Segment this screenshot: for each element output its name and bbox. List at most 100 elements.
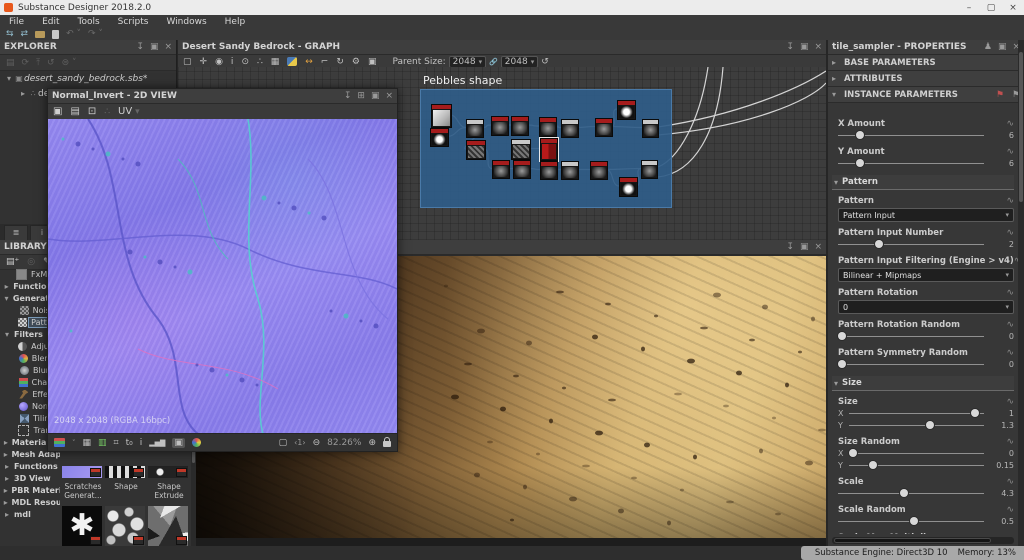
float-icon[interactable]: ▣ bbox=[998, 40, 1007, 54]
slider-knob[interactable] bbox=[926, 421, 934, 429]
graph-node[interactable] bbox=[491, 116, 509, 136]
properties-hscrollbar[interactable] bbox=[832, 537, 1014, 544]
image-icon[interactable]: ▣ bbox=[368, 57, 377, 67]
function-icon[interactable]: ∿ bbox=[1006, 437, 1014, 447]
slider-track[interactable] bbox=[838, 129, 984, 141]
grid-icon[interactable]: ⌗ bbox=[114, 438, 119, 448]
restore-icon[interactable]: ▢ bbox=[980, 3, 1002, 13]
slider-knob[interactable] bbox=[910, 517, 918, 525]
chevron-icon[interactable]: ▸ bbox=[2, 282, 11, 291]
graph-node[interactable] bbox=[617, 100, 636, 120]
chevron-icon[interactable]: ▸ bbox=[2, 498, 10, 507]
function-icon[interactable]: ∿ bbox=[1006, 288, 1014, 298]
save-icon[interactable]: ▤ bbox=[70, 106, 79, 117]
subsection-pattern[interactable]: ▾Pattern bbox=[832, 175, 1014, 190]
reload-icon[interactable]: ↺ bbox=[47, 58, 55, 68]
search-icon[interactable]: ⊙ bbox=[241, 57, 249, 67]
tiling-icon[interactable]: t₀ bbox=[126, 438, 133, 448]
colorspace-icon[interactable] bbox=[192, 438, 201, 447]
section-base-parameters[interactable]: ▸BASE PARAMETERS bbox=[828, 55, 1024, 71]
library-item-pbr-materials[interactable]: ▸PBR Materials bbox=[0, 484, 60, 496]
zoom-out-icon[interactable]: ⊖ bbox=[313, 438, 321, 448]
elbow-icon[interactable]: ⌐ bbox=[321, 57, 329, 67]
add-library-icon[interactable]: ▤⁺ bbox=[6, 257, 19, 267]
chevron-icon[interactable]: ▸ bbox=[2, 438, 10, 447]
chevron-icon[interactable]: ▸ bbox=[2, 510, 12, 519]
slider-knob[interactable] bbox=[869, 461, 877, 469]
slider-knob[interactable] bbox=[838, 360, 846, 368]
minimize-icon[interactable]: – bbox=[958, 3, 980, 13]
rgb-filter-icon[interactable]: ▥ bbox=[98, 438, 107, 448]
transfer-icon[interactable]: ↔ bbox=[305, 57, 313, 67]
function-icon[interactable]: ∿ bbox=[1006, 196, 1014, 206]
rotate-icon[interactable]: ↻ bbox=[336, 57, 344, 67]
image-icon[interactable]: ▣ bbox=[53, 106, 62, 117]
slider-knob[interactable] bbox=[856, 159, 864, 167]
graph-node[interactable] bbox=[513, 160, 531, 179]
link-icon[interactable]: ∴ bbox=[257, 57, 263, 67]
float-icon[interactable]: ▣ bbox=[800, 40, 809, 54]
user-icon[interactable]: ♟ bbox=[984, 40, 992, 54]
info-icon[interactable]: i bbox=[140, 438, 143, 448]
menu-edit[interactable]: Edit bbox=[33, 17, 68, 27]
float-icon[interactable]: ▣ bbox=[150, 40, 159, 54]
graph-node[interactable] bbox=[642, 119, 659, 138]
fit-view-icon[interactable]: ▢ bbox=[279, 438, 288, 448]
slider-knob[interactable] bbox=[875, 240, 883, 248]
slider-knob[interactable] bbox=[900, 489, 908, 497]
graph-node[interactable] bbox=[561, 161, 579, 180]
channels-dropdown-icon[interactable]: ˅ bbox=[72, 439, 76, 447]
slider-track[interactable] bbox=[849, 407, 984, 419]
function-icon[interactable]: ∿ bbox=[1006, 348, 1014, 358]
link-size-icon[interactable]: 🔗 bbox=[489, 58, 498, 66]
thumbnail-shape-splatter[interactable] bbox=[105, 506, 145, 546]
function-icon[interactable]: ∿ bbox=[1006, 533, 1014, 534]
graph-node[interactable] bbox=[430, 128, 449, 147]
python-icon[interactable] bbox=[287, 57, 297, 66]
menu-file[interactable]: File bbox=[0, 17, 33, 27]
function-icon[interactable]: ∿ bbox=[1006, 320, 1014, 330]
thumbnail-partial[interactable] bbox=[62, 466, 102, 478]
library-item-mdl[interactable]: ▸mdl bbox=[0, 508, 60, 520]
menu-windows[interactable]: Windows bbox=[157, 17, 215, 27]
maximize-icon[interactable]: ▣ bbox=[371, 89, 380, 103]
histogram-icon[interactable]: ▂▅▇ bbox=[149, 439, 165, 447]
dropdown[interactable]: 0 bbox=[838, 300, 1014, 314]
menu-help[interactable]: Help bbox=[216, 17, 255, 27]
export-icon[interactable]: ⤒ bbox=[36, 58, 40, 68]
chevron-icon[interactable]: ▾ bbox=[2, 330, 12, 339]
thumbnail-shape-mapper[interactable]: ✱ bbox=[62, 506, 102, 546]
chevron-icon[interactable]: ▸ bbox=[2, 474, 12, 483]
link-right-icon[interactable]: ⇄ bbox=[21, 29, 29, 39]
section-attributes[interactable]: ▸ATTRIBUTES bbox=[828, 71, 1024, 87]
sync-icon[interactable]: ⟳ bbox=[22, 58, 30, 68]
properties-vscrollbar[interactable] bbox=[1018, 40, 1024, 546]
undo-icon[interactable]: ↶ ˅ bbox=[66, 29, 81, 39]
tools-icon[interactable]: ⚙ bbox=[352, 57, 360, 67]
slider-track[interactable] bbox=[838, 487, 984, 499]
slider-track[interactable] bbox=[838, 238, 984, 250]
frame-fit-icon[interactable]: ▢ bbox=[183, 57, 192, 67]
open-file-icon[interactable] bbox=[35, 31, 45, 38]
function-icon[interactable]: ∿ bbox=[1006, 119, 1014, 129]
chevron-right-icon[interactable]: ▸ bbox=[18, 89, 28, 98]
camera-icon[interactable]: ◉ bbox=[215, 57, 223, 67]
split-icon[interactable]: ⊞ bbox=[357, 89, 365, 103]
slider-knob[interactable] bbox=[849, 449, 857, 457]
background-icon[interactable]: ▦ bbox=[83, 438, 92, 448]
thumbnail-partial[interactable] bbox=[148, 466, 188, 478]
close-icon[interactable]: × bbox=[814, 240, 822, 254]
chevron-icon[interactable]: ▾ bbox=[2, 294, 11, 303]
new-file-icon[interactable] bbox=[52, 30, 59, 39]
dock-icon[interactable]: ↧ bbox=[786, 40, 794, 54]
link-left-icon[interactable]: ⇆ bbox=[6, 29, 14, 39]
menu-tools[interactable]: Tools bbox=[69, 17, 109, 27]
graph-node[interactable] bbox=[539, 117, 557, 137]
graph-node[interactable] bbox=[641, 160, 658, 179]
slider-knob[interactable] bbox=[856, 131, 864, 139]
graph-node[interactable] bbox=[492, 160, 510, 179]
library-item-functions[interactable]: ▸Functions bbox=[0, 460, 60, 472]
info-icon[interactable]: i bbox=[231, 57, 234, 67]
thumbnail-partial[interactable] bbox=[105, 466, 145, 478]
graph-node[interactable] bbox=[590, 161, 608, 180]
